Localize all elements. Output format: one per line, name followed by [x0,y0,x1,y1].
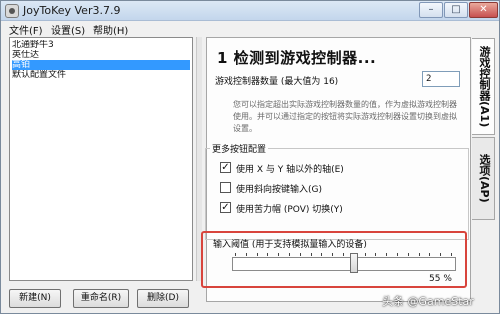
menu-bar: 文件(F) 设置(S) 帮助(H) [1,21,499,37]
slider-tick [408,253,409,256]
watermark-text: 头条 @GameStar [382,295,474,308]
slider-tick [375,253,376,256]
checkbox-pov-switch-label[interactable]: 使用苦力帽 (POV) 切换(Y) [236,202,343,215]
slider-tick [235,253,236,256]
controller-count-label: 游戏控制器数量 (最大值为 16) [215,77,339,87]
menu-help[interactable]: 帮助(H) [93,22,128,37]
slider-tick [267,253,268,256]
threshold-value: 55 % [429,274,452,284]
checkbox-extra-axes[interactable]: ✓ [220,162,231,173]
slider-tick [332,253,333,256]
slider-tick [451,253,452,256]
title-bar[interactable]: JoyToKey Ver3.7.9 – □ ✕ [1,1,499,21]
controller-description: 您可以指定超出实际游戏控制器数量的值，作为虚拟游戏控制器使用。并可以通过指定的按… [233,100,457,133]
slider-tick [311,253,312,256]
slider-tick [386,253,387,256]
minimize-button[interactable]: – [419,2,443,18]
threshold-slider-thumb[interactable] [350,253,358,273]
slider-tick [429,253,430,256]
threshold-slider-track[interactable] [232,257,456,271]
profile-item-yingshida[interactable]: 英仕达 [12,50,190,60]
controller-count-input[interactable]: 2 [422,71,460,87]
joytokey-window: JoyToKey Ver3.7.9 – □ ✕ 文件(F) 设置(S) 帮助(H… [0,0,500,314]
joystick-app-icon [5,4,19,18]
close-button[interactable]: ✕ [469,2,498,18]
slider-tick [300,253,301,256]
slider-tick [289,253,290,256]
delete-profile-button[interactable]: 删除(D) [137,289,189,308]
input-threshold-label: 输入阈值 (用于支持模拟量输入的设备) [213,240,367,250]
rename-profile-button[interactable]: 重命名(R) [73,289,129,308]
list-splitter[interactable] [196,37,202,281]
slider-tick [419,253,420,256]
page-title: 1 检测到游戏控制器... [217,49,377,67]
profile-item-gaobo[interactable]: 高铂 [12,60,190,70]
menu-settings[interactable]: 设置(S) [51,22,85,37]
slider-tick [440,253,441,256]
profile-item-default[interactable]: 默认配置文件 [12,70,190,80]
tab-controllers[interactable]: 游戏控制器(A1) [472,38,495,135]
tab-options[interactable]: 选项(AP) [472,137,495,220]
profile-list[interactable]: 北通野牛3 英仕达 高铂 默认配置文件 [9,37,193,281]
checkbox-diagonal-input-label[interactable]: 使用斜向按键输入(G) [236,182,322,195]
checkbox-pov-switch[interactable]: ✓ [220,202,231,213]
checkbox-diagonal-input[interactable] [220,182,231,193]
slider-tick [257,253,258,256]
slider-tick [343,253,344,256]
menu-file[interactable]: 文件(F) [9,22,43,37]
window-title: JoyToKey Ver3.7.9 [23,4,121,17]
new-profile-button[interactable]: 新建(N) [9,289,61,308]
profile-item-beitong[interactable]: 北通野牛3 [12,40,190,50]
more-buttons-title: 更多按钮配置 [210,142,269,155]
checkbox-extra-axes-label[interactable]: 使用 X 与 Y 轴以外的轴(E) [236,162,344,175]
slider-tick [397,253,398,256]
slider-tick [278,253,279,256]
maximize-button[interactable]: □ [444,2,468,18]
slider-tick [321,253,322,256]
slider-tick [246,253,247,256]
slider-tick [365,253,366,256]
